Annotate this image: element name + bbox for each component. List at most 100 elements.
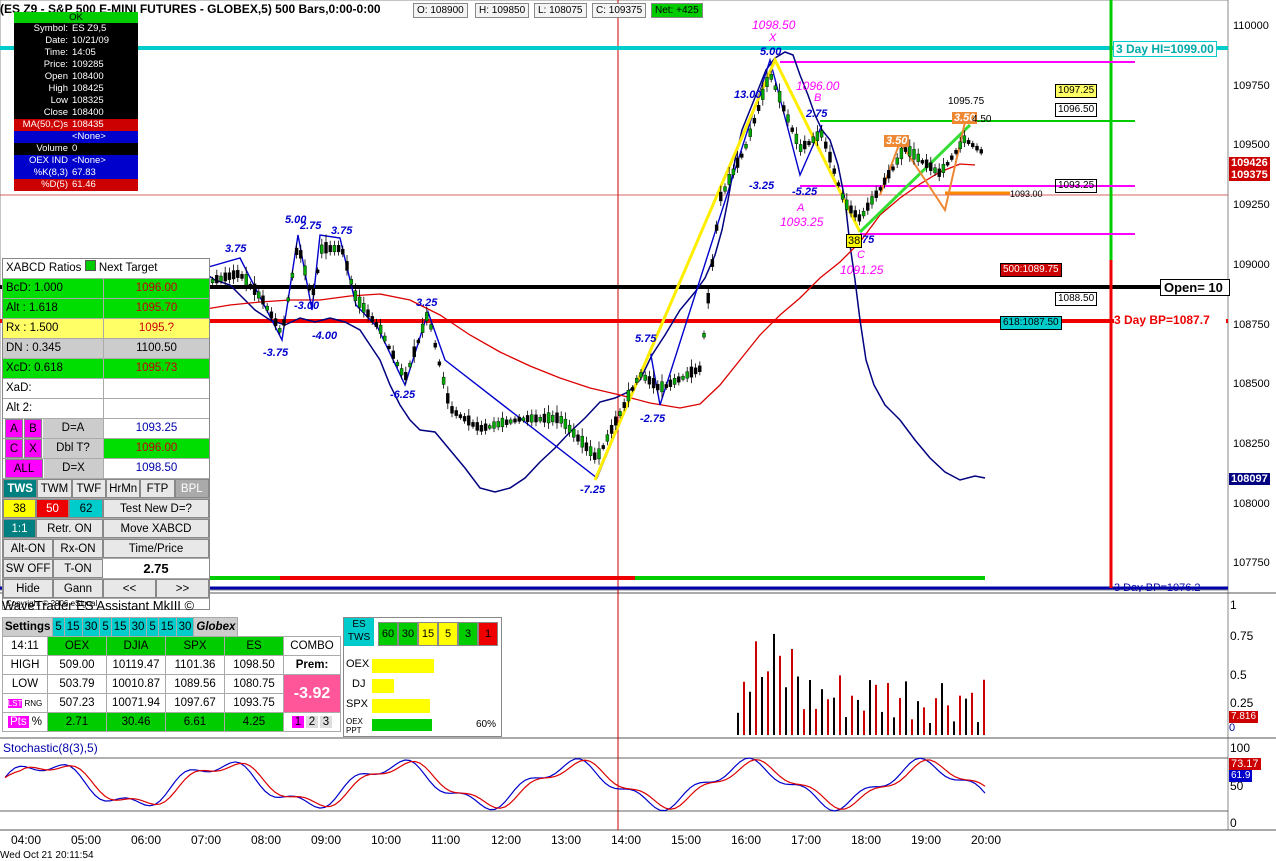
next-target-checkbox[interactable]	[84, 260, 96, 271]
candle-body	[614, 416, 618, 426]
interval-button[interactable]: 15	[110, 617, 130, 637]
time-price-button[interactable]: Time/Price	[103, 539, 209, 558]
retr-on-button[interactable]: Retr. ON	[36, 519, 103, 538]
point-button-x[interactable]: X	[24, 439, 42, 458]
pts-button[interactable]: Pts	[7, 716, 29, 728]
next-button[interactable]: >>	[156, 579, 209, 598]
tab-twf[interactable]: TWF	[71, 479, 106, 498]
candle-body	[248, 283, 253, 289]
time-tick: 13:00	[551, 833, 582, 847]
gann-button[interactable]: Gann	[53, 579, 103, 598]
bar-label-spx: SPX	[346, 698, 369, 710]
bar-spx	[372, 699, 430, 713]
combo-2-button[interactable]: 2	[306, 716, 318, 728]
point-button-all[interactable]: ALL	[5, 459, 43, 478]
histogram-bar	[863, 710, 865, 735]
point-button-b[interactable]: B	[24, 419, 42, 438]
info-row: %K(8,3) 67.83	[14, 167, 138, 179]
es-tws-panel: ES TWS 60 30 15 5 3 1 OEX DJ SPX OEX PPT 60%	[343, 617, 502, 737]
candle-body	[282, 319, 286, 326]
interval-button[interactable]: 30	[175, 617, 195, 637]
histogram-bar	[929, 722, 931, 735]
candle-body	[714, 224, 719, 231]
info-row: Close 108400	[14, 107, 138, 119]
interval-button[interactable]: 30	[128, 617, 148, 637]
tab-ftp[interactable]: FTP	[140, 479, 175, 498]
test-new-d-button[interactable]: Test New D=?	[103, 499, 209, 518]
sw-off-button[interactable]: SW OFF	[3, 559, 53, 578]
price-tick: 109500	[1233, 139, 1270, 152]
candle-body	[315, 269, 320, 274]
interval-button[interactable]: 15	[63, 617, 83, 637]
tab-twm[interactable]: TWM	[37, 479, 72, 498]
rx-on-button[interactable]: Rx-ON	[53, 539, 103, 558]
candle-body	[395, 362, 400, 367]
ok-button[interactable]: OK	[14, 12, 138, 23]
histogram-bar	[839, 675, 841, 735]
interval-button[interactable]: 5	[99, 617, 112, 637]
t-on-button[interactable]: T-ON	[53, 559, 103, 578]
candle-body	[273, 318, 278, 327]
tab-hrmn[interactable]: HrMn	[105, 479, 141, 498]
histogram-bar	[773, 633, 775, 735]
candle-body	[500, 417, 505, 428]
candle-body	[765, 77, 769, 87]
candle-body	[748, 128, 752, 137]
combo-3-button[interactable]: 3	[320, 716, 332, 728]
tws-interval-cell[interactable]: 1	[478, 622, 498, 646]
candle-body	[895, 157, 899, 165]
x-price-label: 1098.50	[752, 18, 796, 32]
wave-label-14: -3.25	[749, 180, 775, 192]
candle-body	[408, 362, 412, 368]
candle-body	[849, 205, 853, 214]
candle-body	[370, 316, 374, 323]
candle-body	[299, 250, 303, 259]
tws-interval-cell[interactable]: 5	[438, 622, 458, 646]
candle-body	[815, 131, 820, 141]
histogram-bar	[887, 682, 889, 735]
info-row: MA(50,C)s 108435	[14, 119, 138, 131]
tws-interval-cell[interactable]: 3	[458, 622, 478, 646]
prev-button[interactable]: <<	[103, 579, 156, 598]
interval-button[interactable]: 15	[157, 617, 177, 637]
tws-interval-cell[interactable]: 15	[418, 622, 438, 646]
fib-62-button[interactable]: 62	[69, 499, 103, 518]
histogram-bar	[743, 681, 745, 735]
histogram-bar	[737, 712, 739, 735]
retr-ratio-button[interactable]: 1:1	[3, 519, 36, 538]
candle-body	[437, 361, 442, 366]
histogram-bar	[785, 687, 787, 735]
candle-body	[924, 159, 929, 168]
a-point-label: A	[797, 202, 805, 214]
combo-1-button[interactable]: 1	[292, 716, 304, 728]
interval-button[interactable]: 5	[146, 617, 159, 637]
hide-button[interactable]: Hide	[3, 579, 53, 598]
interval-button[interactable]: 5	[52, 617, 65, 637]
interval-button[interactable]: 30	[81, 617, 101, 637]
candle-body	[425, 312, 429, 321]
alt-on-button[interactable]: Alt-ON	[3, 539, 53, 558]
candle-body	[488, 425, 492, 429]
candle-body	[349, 279, 353, 285]
tws-interval-cell[interactable]: 30	[398, 622, 418, 646]
settings-button[interactable]: Settings	[1, 617, 54, 637]
tab-tws[interactable]: TWS	[3, 479, 38, 498]
candle-body	[803, 140, 807, 150]
stochastic-title: Stochastic(8(3),5)	[3, 741, 98, 755]
candle-body	[538, 417, 542, 422]
tab-bpl[interactable]: BPL	[174, 479, 209, 498]
point-button-c[interactable]: C	[5, 439, 23, 458]
point-button-a[interactable]: A	[5, 419, 23, 438]
candle-body	[643, 374, 647, 381]
time-tick: 15:00	[671, 833, 702, 847]
move-xabcd-button[interactable]: Move XABCD	[103, 519, 209, 538]
fib-38-button[interactable]: 38	[3, 499, 36, 518]
wave-label-12: -2.75	[640, 413, 666, 425]
c-box-label: 38	[846, 234, 863, 248]
fib-50-button[interactable]: 50	[36, 499, 69, 518]
histogram-bars	[737, 633, 985, 735]
x-point-label: X	[769, 32, 777, 44]
lst-button[interactable]: LST	[7, 698, 23, 708]
prem-label: Prem:	[283, 655, 341, 675]
tws-interval-cell[interactable]: 60	[378, 622, 398, 646]
